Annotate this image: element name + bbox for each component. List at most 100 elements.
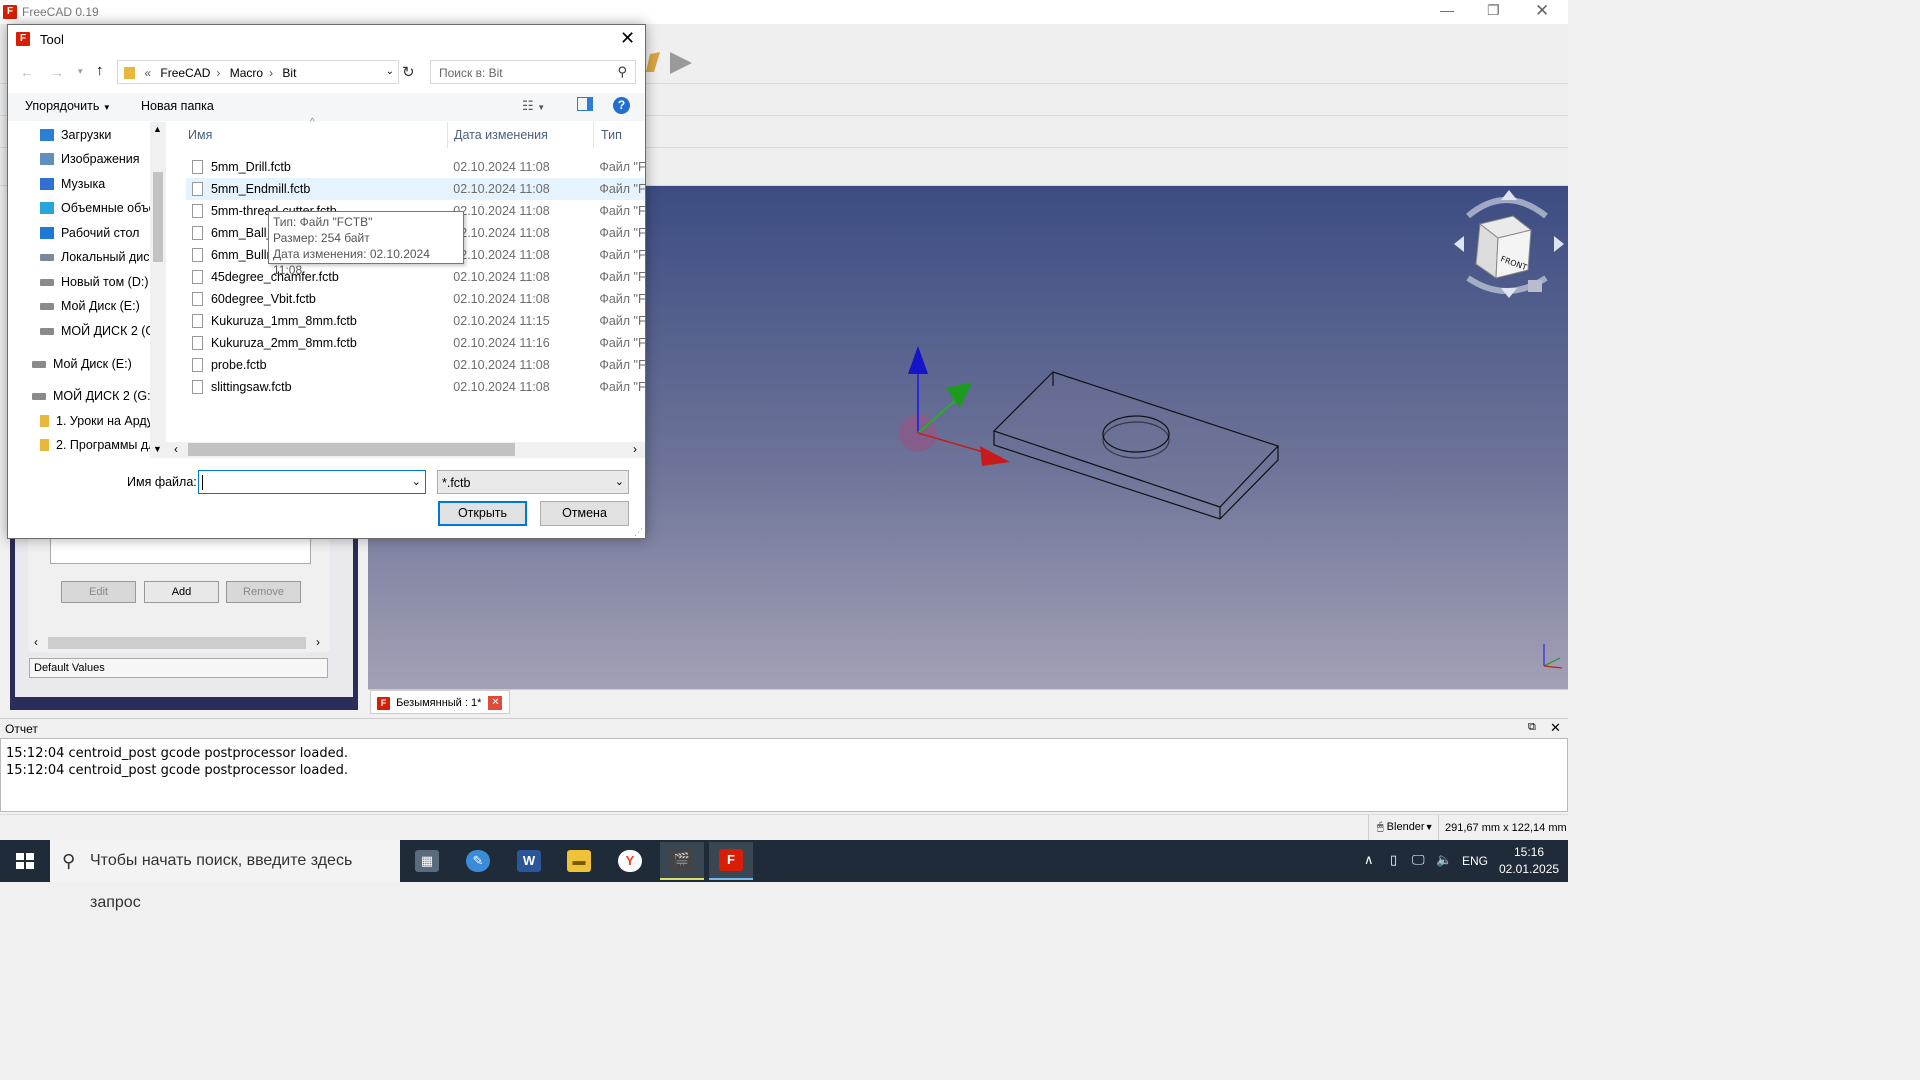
breadcrumb-bit[interactable]: Bit	[282, 66, 296, 80]
edit-button[interactable]: Edit	[61, 581, 136, 603]
nav-item[interactable]: Рабочий стол	[40, 221, 139, 245]
column-header-type[interactable]: Тип	[601, 128, 622, 142]
breadcrumb-macro[interactable]: Macro	[230, 66, 263, 80]
taskbar-explorer[interactable]: ▬	[557, 842, 601, 880]
file-row[interactable]: Kukuruza_1mm_8mm.fctb 02.10.2024 11:15 Фай…	[186, 310, 645, 332]
file-icon	[192, 380, 203, 394]
organize-menu[interactable]: Упорядочить ▼	[25, 99, 111, 113]
filetype-select[interactable]: *.fctb ⌄	[437, 470, 629, 494]
network-icon[interactable]: 🖵	[1412, 852, 1425, 868]
file-row[interactable]: probe.fctb 02.10.2024 11:08 Файл "FCTB"	[186, 354, 645, 376]
language-indicator[interactable]: ENG	[1462, 854, 1488, 868]
column-header-name[interactable]: Имя	[188, 128, 212, 142]
nav-item[interactable]: МОЙ ДИСК 2 (G:)	[40, 319, 163, 343]
start-button[interactable]	[0, 840, 50, 882]
file-row[interactable]: slittingsaw.fctb 02.10.2024 11:08 Файл "FC…	[186, 376, 645, 398]
file-date: 02.10.2024 11:08	[453, 358, 550, 372]
navigation-pane[interactable]: Загрузки Изображения Музыка Объемные объект…	[8, 122, 166, 458]
clock-time[interactable]: 15:16	[1514, 845, 1544, 859]
usb-icon[interactable]: ▯	[1390, 852, 1397, 868]
nav-item[interactable]: Мой Диск (E:)	[40, 294, 140, 318]
hscroll-thumb[interactable]	[188, 443, 515, 456]
cancel-button[interactable]: Отмена	[540, 501, 629, 526]
nav-item[interactable]: Музыка	[40, 172, 105, 196]
report-view[interactable]: 15:12:04 centroid_post gcode postprocess…	[0, 738, 1568, 812]
scroll-right-icon[interactable]: ›	[316, 635, 320, 649]
nav-item[interactable]: Объемные объекты	[40, 196, 166, 220]
tray-chevron-icon[interactable]: ∧	[1364, 852, 1374, 868]
document-tab[interactable]: F Безымянный : 1* ✕	[370, 690, 510, 714]
file-row[interactable]: 60degree_Vbit.fctb 02.10.2024 11:08 Файл "…	[186, 288, 645, 310]
resize-grip-icon[interactable]: ⋰	[634, 527, 643, 538]
column-divider[interactable]	[593, 122, 594, 148]
breadcrumb-freecad[interactable]: FreeCAD	[160, 66, 210, 80]
refresh-icon[interactable]: ↻	[402, 63, 415, 81]
address-dropdown-icon[interactable]: ⌄	[386, 66, 394, 77]
navigation-pane-scrollbar[interactable]: ▲ ▼	[150, 122, 166, 458]
nav-scroll-down-icon[interactable]: ▼	[153, 444, 162, 454]
nav-item[interactable]: Локальный диск (C:)	[40, 245, 166, 269]
clock-date[interactable]: 02.01.2025	[1499, 862, 1559, 876]
column-divider[interactable]	[447, 122, 448, 148]
taskbar-search[interactable]: ⚲ Чтобы начать поиск, введите здесь запр…	[50, 840, 400, 911]
nav-item[interactable]: Мой Диск (E:)	[32, 352, 132, 376]
up-arrow-icon[interactable]: ↑	[96, 62, 104, 79]
new-folder-button[interactable]: Новая папка	[141, 99, 214, 113]
panel-horizontal-scrollbar[interactable]: ‹ ›	[30, 634, 328, 652]
nav-item[interactable]: Загрузки	[40, 123, 111, 147]
taskbar-word[interactable]: W	[507, 842, 551, 880]
scroll-thumb[interactable]	[48, 637, 306, 649]
taskbar-calculator[interactable]: ▦	[405, 842, 449, 880]
tool-list[interactable]	[50, 536, 311, 564]
navigation-cube[interactable]: FRONT	[1454, 190, 1564, 298]
default-values-section[interactable]: Default Values	[29, 658, 328, 678]
filename-input[interactable]: ⌄	[198, 470, 426, 494]
file-list-horizontal-scrollbar[interactable]: ‹ ›	[166, 442, 645, 458]
taskbar-freecad[interactable]: F	[709, 842, 753, 880]
recent-locations-icon[interactable]: ▾	[78, 66, 83, 77]
remove-button[interactable]: Remove	[226, 581, 301, 603]
view-options-icon[interactable]: ☷ ▼	[522, 98, 545, 114]
file-row[interactable]: 5mm_Drill.fctb 02.10.2024 11:08 Файл "FCTB…	[186, 156, 645, 178]
navigation-style-selector[interactable]: 🖱 Blender▼	[1368, 815, 1438, 841]
preview-pane-icon[interactable]	[577, 97, 593, 111]
close-report-icon[interactable]: ✕	[1550, 720, 1561, 736]
help-icon[interactable]: ?	[613, 97, 630, 114]
close-window-button[interactable]: ✕	[1535, 1, 1549, 21]
address-bar[interactable]: « FreeCAD › Macro › Bit ⌄	[117, 60, 399, 84]
volume-icon[interactable]: 🔈	[1436, 852, 1452, 868]
float-panel-icon[interactable]: ⧉	[1528, 721, 1536, 734]
forward-arrow-icon[interactable]: →	[50, 64, 64, 80]
nav-item[interactable]: 2. Программы для ЧПУ	[40, 433, 166, 457]
maximize-button[interactable]: ❐	[1487, 2, 1500, 19]
close-tab-icon[interactable]: ✕	[488, 696, 503, 710]
open-button[interactable]: Открыть	[438, 501, 527, 526]
hscroll-right-icon[interactable]: ›	[633, 442, 637, 456]
drive-icon	[32, 360, 46, 368]
taskbar-yandex[interactable]: Y	[608, 842, 652, 880]
file-row[interactable]: Kukuruza_2mm_8mm.fctb 02.10.2024 11:16 Фай…	[186, 332, 645, 354]
nav-item[interactable]: Изображения	[40, 147, 140, 171]
dialog-search-input[interactable]: Поиск в: Bit ⚲	[430, 60, 636, 84]
toolbar-icons[interactable]	[640, 50, 700, 76]
add-button[interactable]: Add	[144, 581, 219, 603]
paint-icon: ✎	[466, 850, 490, 872]
freecad-logo-icon: F	[3, 5, 17, 19]
folder-icon	[40, 415, 49, 427]
file-row[interactable]: 5mm_Endmill.fctb 02.10.2024 11:08 Файл "FC…	[186, 178, 645, 200]
nav-item[interactable]: МОЙ ДИСК 2 (G:)	[32, 384, 155, 408]
dialog-close-button[interactable]: ✕	[620, 28, 635, 49]
nav-item[interactable]: Новый том (D:)	[40, 270, 149, 294]
nav-scroll-thumb[interactable]	[153, 172, 163, 262]
hscroll-left-icon[interactable]: ‹	[174, 442, 178, 456]
main-titlebar: F FreeCAD 0.19 — ❐ ✕	[0, 0, 1568, 24]
filename-dropdown-icon[interactable]: ⌄	[412, 475, 421, 488]
column-header-date[interactable]: Дата изменения	[454, 128, 548, 142]
nav-item[interactable]: 1. Уроки на Ардуино	[40, 409, 166, 433]
minimize-button[interactable]: —	[1440, 2, 1454, 18]
nav-scroll-up-icon[interactable]: ▲	[153, 124, 162, 134]
scroll-left-icon[interactable]: ‹	[34, 635, 38, 649]
back-arrow-icon[interactable]: ←	[20, 64, 34, 80]
taskbar-paint[interactable]: ✎	[456, 842, 500, 880]
taskbar-video-editor[interactable]: 🎬	[660, 842, 704, 880]
